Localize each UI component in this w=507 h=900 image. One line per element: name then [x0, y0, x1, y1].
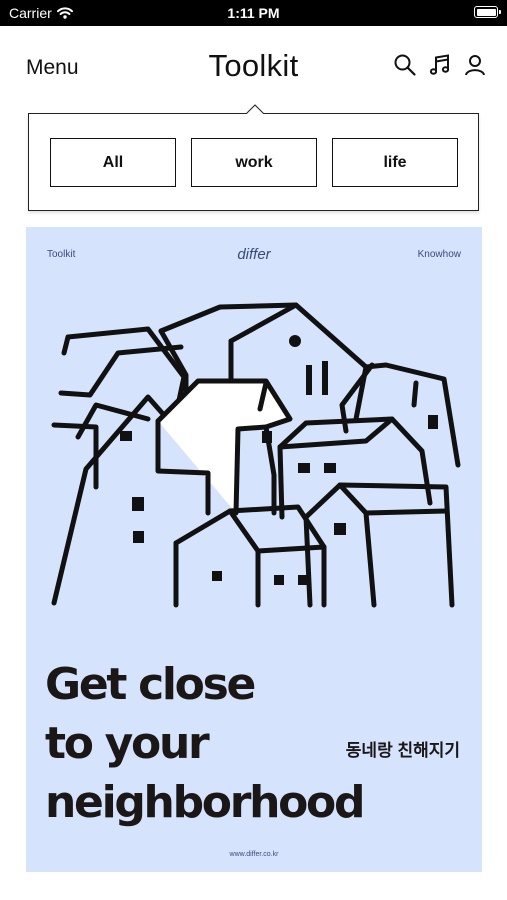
headline-line-1: Get close [45, 659, 256, 710]
music-icon[interactable] [428, 53, 452, 77]
poster-headline: Get close to your neighborhood [45, 655, 365, 832]
battery-icon [474, 6, 501, 18]
filter-all-button[interactable]: All [50, 138, 176, 187]
status-bar: Carrier 1:11 PM [0, 0, 507, 26]
filter-dropdown: All work life [28, 113, 479, 211]
profile-icon[interactable] [463, 53, 487, 77]
poster-label-knowhow: Knowhow [417, 249, 461, 260]
nav-actions [393, 53, 487, 77]
poster-card[interactable]: Toolkit differ Knowhow Get close to your… [26, 227, 482, 872]
dropdown-caret [246, 104, 264, 114]
poster-korean-subtitle: 동네랑 친해지기 [345, 741, 460, 760]
poster-website: www.differ.co.kr [229, 851, 279, 858]
menu-button[interactable]: Menu [26, 56, 79, 80]
navigation-bar: Menu Toolkit [0, 26, 507, 106]
search-icon[interactable] [393, 53, 417, 77]
headline-line-2: to your [45, 718, 210, 769]
filter-work-button[interactable]: work [191, 138, 317, 187]
poster-brand-logo: differ [237, 246, 271, 263]
filter-life-button[interactable]: life [332, 138, 458, 187]
houses-illustration [51, 302, 461, 608]
headline-line-3: neighborhood [45, 777, 365, 828]
status-time: 1:11 PM [227, 5, 280, 21]
